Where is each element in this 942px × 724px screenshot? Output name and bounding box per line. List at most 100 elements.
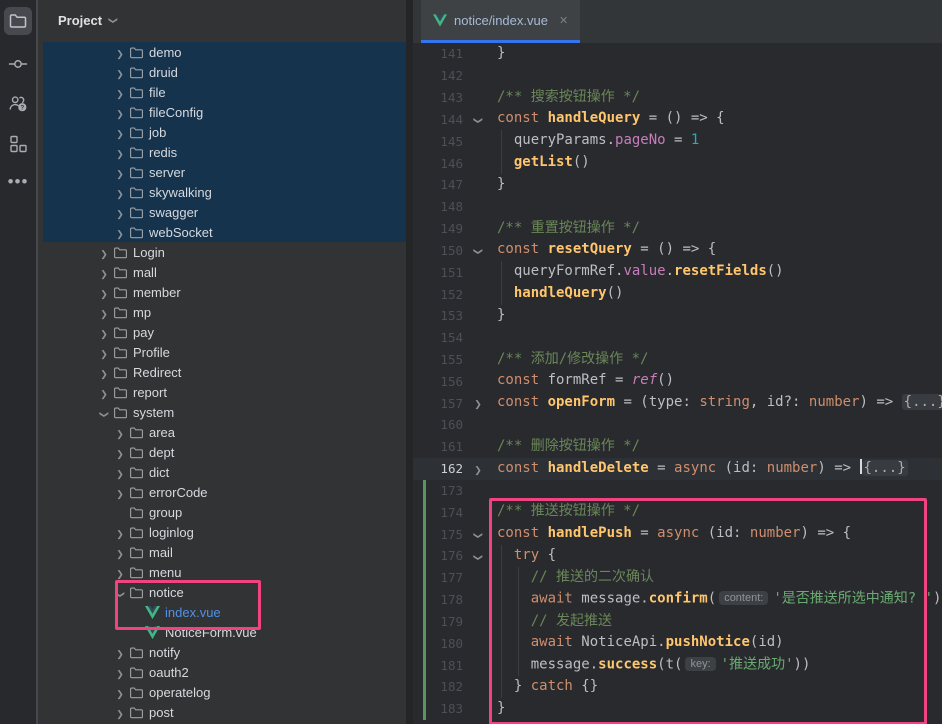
tree-item-fileConfig[interactable]: ❯fileConfig bbox=[43, 102, 406, 122]
tree-item-area[interactable]: ❯area bbox=[43, 422, 406, 442]
tree-item-webSocket[interactable]: ❯webSocket bbox=[43, 222, 406, 242]
code-line-142[interactable]: 142 bbox=[413, 65, 942, 87]
line-number[interactable]: 153 bbox=[413, 308, 467, 323]
code-line-180[interactable]: 180 await NoticeApi.pushNotice(id) bbox=[413, 632, 942, 654]
tree-item-job[interactable]: ❯job bbox=[43, 122, 406, 142]
code-line-174[interactable]: 174/** 推送按钮操作 */ bbox=[413, 501, 942, 523]
fold-expanded-icon[interactable]: ❯ bbox=[472, 117, 483, 125]
chevron-expanded-icon[interactable]: ❯ bbox=[98, 410, 109, 418]
line-number[interactable]: 154 bbox=[413, 330, 467, 345]
tree-item-demo[interactable]: ❯demo bbox=[43, 42, 406, 62]
tree-item-Redirect[interactable]: ❯Redirect bbox=[43, 362, 406, 382]
line-number[interactable]: 149 bbox=[413, 221, 467, 236]
tab-notice-index-vue[interactable]: notice/index.vue ✕ bbox=[421, 0, 580, 40]
line-number[interactable]: 147 bbox=[413, 177, 467, 192]
chevron-collapsed-icon[interactable]: ❯ bbox=[100, 249, 108, 260]
tree-item-skywalking[interactable]: ❯skywalking bbox=[43, 182, 406, 202]
chevron-collapsed-icon[interactable]: ❯ bbox=[116, 69, 124, 80]
code-line-155[interactable]: 155/** 添加/修改操作 */ bbox=[413, 349, 942, 371]
chevron-collapsed-icon[interactable]: ❯ bbox=[116, 489, 124, 500]
chevron-collapsed-icon[interactable]: ❯ bbox=[116, 529, 124, 540]
chevron-collapsed-icon[interactable]: ❯ bbox=[116, 709, 124, 720]
code-line-145[interactable]: 145 queryParams.pageNo = 1 bbox=[413, 130, 942, 152]
code-line-161[interactable]: 161/** 删除按钮操作 */ bbox=[413, 436, 942, 458]
chevron-collapsed-icon[interactable]: ❯ bbox=[116, 689, 124, 700]
line-number[interactable]: 181 bbox=[413, 658, 467, 673]
code-line-150[interactable]: 150❯const resetQuery = () => { bbox=[413, 239, 942, 261]
code-line-143[interactable]: 143/** 搜索按钮操作 */ bbox=[413, 87, 942, 109]
tree-item-oauth2[interactable]: ❯oauth2 bbox=[43, 662, 406, 682]
line-number[interactable]: 142 bbox=[413, 68, 467, 83]
line-number[interactable]: 177 bbox=[413, 570, 467, 585]
code-line-183[interactable]: 183} bbox=[413, 698, 942, 720]
fold-collapsed-icon[interactable]: ❯ bbox=[474, 399, 482, 410]
line-number[interactable]: 182 bbox=[413, 679, 467, 694]
code-line-177[interactable]: 177 // 推送的二次确认 bbox=[413, 567, 942, 589]
close-icon[interactable]: ✕ bbox=[559, 14, 568, 27]
tree-item-menu[interactable]: ❯menu bbox=[43, 562, 406, 582]
line-number[interactable]: 176 bbox=[413, 548, 467, 563]
project-panel-header[interactable]: Project ❯ bbox=[38, 0, 406, 40]
code-line-149[interactable]: 149/** 重置按钮操作 */ bbox=[413, 218, 942, 240]
tree-item-mail[interactable]: ❯mail bbox=[43, 542, 406, 562]
code-line-147[interactable]: 147} bbox=[413, 174, 942, 196]
code-line-148[interactable]: 148 bbox=[413, 196, 942, 218]
line-number[interactable]: 178 bbox=[413, 592, 467, 607]
tree-item-loginlog[interactable]: ❯loginlog bbox=[43, 522, 406, 542]
tree-item-redis[interactable]: ❯redis bbox=[43, 142, 406, 162]
line-number[interactable]: 143 bbox=[413, 90, 467, 105]
chevron-collapsed-icon[interactable]: ❯ bbox=[116, 229, 124, 240]
line-number[interactable]: 152 bbox=[413, 287, 467, 302]
tree-item-Profile[interactable]: ❯Profile bbox=[43, 342, 406, 362]
fold-expanded-icon[interactable]: ❯ bbox=[472, 532, 483, 540]
line-number[interactable]: 183 bbox=[413, 701, 467, 716]
structure-icon[interactable] bbox=[4, 130, 32, 158]
line-number[interactable]: 141 bbox=[413, 46, 467, 61]
line-number[interactable]: 162 bbox=[413, 461, 467, 476]
code-line-175[interactable]: 175❯const handlePush = async (id: number… bbox=[413, 523, 942, 545]
pull-requests-icon[interactable]: ? bbox=[4, 89, 32, 117]
chevron-collapsed-icon[interactable]: ❯ bbox=[116, 429, 124, 440]
chevron-collapsed-icon[interactable]: ❯ bbox=[100, 289, 108, 300]
tree-item-notify[interactable]: ❯notify bbox=[43, 642, 406, 662]
code-line-157[interactable]: 157❯const openForm = (type: string, id?:… bbox=[413, 392, 942, 414]
line-number[interactable]: 151 bbox=[413, 265, 467, 280]
chevron-collapsed-icon[interactable]: ❯ bbox=[100, 389, 108, 400]
tree-item-swagger[interactable]: ❯swagger bbox=[43, 202, 406, 222]
tree-item-file[interactable]: ❯file bbox=[43, 82, 406, 102]
fold-expanded-icon[interactable]: ❯ bbox=[472, 248, 483, 256]
code-line-156[interactable]: 156const formRef = ref() bbox=[413, 370, 942, 392]
code-line-141[interactable]: 141} bbox=[413, 43, 942, 65]
chevron-collapsed-icon[interactable]: ❯ bbox=[116, 209, 124, 220]
code-line-176[interactable]: 176❯ try { bbox=[413, 545, 942, 567]
chevron-collapsed-icon[interactable]: ❯ bbox=[100, 309, 108, 320]
chevron-collapsed-icon[interactable]: ❯ bbox=[116, 649, 124, 660]
chevron-collapsed-icon[interactable]: ❯ bbox=[116, 149, 124, 160]
chevron-collapsed-icon[interactable]: ❯ bbox=[116, 89, 124, 100]
tree-item-mp[interactable]: ❯mp bbox=[43, 302, 406, 322]
line-number[interactable]: 180 bbox=[413, 636, 467, 651]
tree-item-errorCode[interactable]: ❯errorCode bbox=[43, 482, 406, 502]
code-line-162[interactable]: 162❯const handleDelete = async (id: numb… bbox=[413, 458, 942, 480]
folded-code-pill[interactable]: {...} bbox=[862, 460, 908, 476]
line-number[interactable]: 155 bbox=[413, 352, 467, 367]
chevron-collapsed-icon[interactable]: ❯ bbox=[100, 269, 108, 280]
tree-item-mall[interactable]: ❯mall bbox=[43, 262, 406, 282]
code-line-179[interactable]: 179 // 发起推送 bbox=[413, 611, 942, 633]
chevron-collapsed-icon[interactable]: ❯ bbox=[116, 129, 124, 140]
chevron-collapsed-icon[interactable]: ❯ bbox=[116, 449, 124, 460]
code-line-154[interactable]: 154 bbox=[413, 327, 942, 349]
code-line-181[interactable]: 181 message.success(t(key:'推送成功')) bbox=[413, 654, 942, 676]
line-number[interactable]: 146 bbox=[413, 156, 467, 171]
code-line-153[interactable]: 153} bbox=[413, 305, 942, 327]
tree-item-server[interactable]: ❯server bbox=[43, 162, 406, 182]
code-line-151[interactable]: 151 queryFormRef.value.resetFields() bbox=[413, 261, 942, 283]
line-number[interactable]: 145 bbox=[413, 134, 467, 149]
code-line-182[interactable]: 182 } catch {} bbox=[413, 676, 942, 698]
code-line-146[interactable]: 146 getList() bbox=[413, 152, 942, 174]
chevron-collapsed-icon[interactable]: ❯ bbox=[116, 469, 124, 480]
project-folder-icon[interactable] bbox=[4, 7, 32, 35]
line-number[interactable]: 160 bbox=[413, 417, 467, 432]
tree-item-dict[interactable]: ❯dict bbox=[43, 462, 406, 482]
chevron-collapsed-icon[interactable]: ❯ bbox=[116, 109, 124, 120]
